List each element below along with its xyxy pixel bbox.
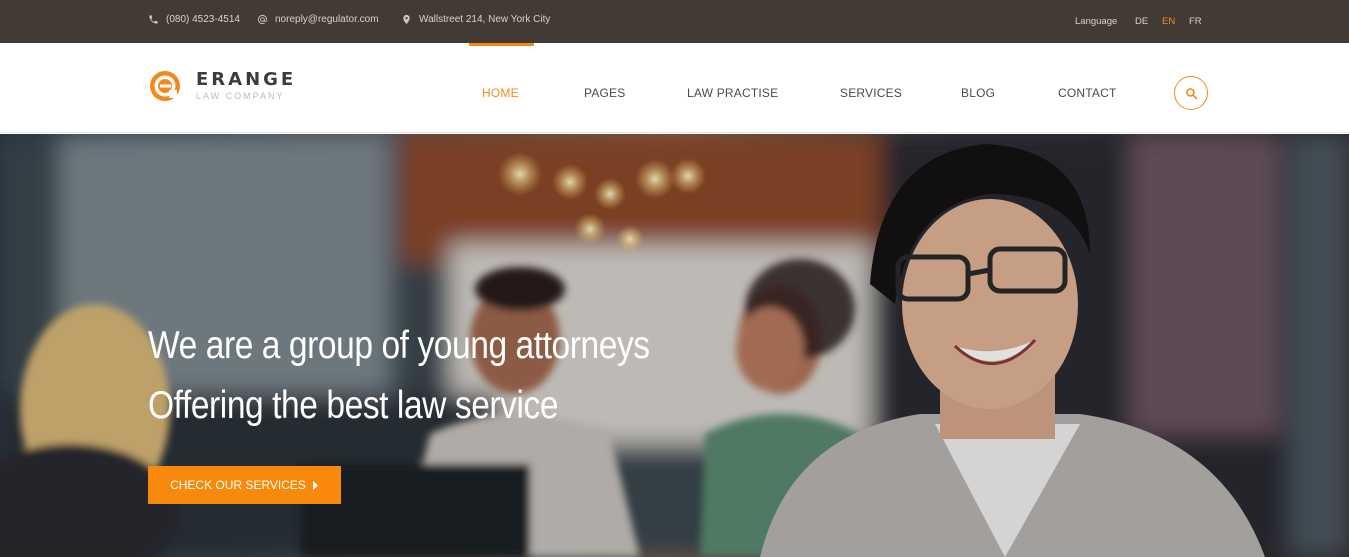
brand-name: ERANGE: [196, 69, 297, 90]
language-en[interactable]: EN: [1162, 16, 1175, 27]
nav-blog[interactable]: BLOG: [961, 86, 995, 100]
language-de[interactable]: DE: [1135, 16, 1148, 27]
at-icon: [257, 14, 268, 25]
nav-pages[interactable]: PAGES: [584, 86, 625, 100]
brand-logo[interactable]: ERANGE LAW COMPANY: [148, 68, 296, 104]
search-button[interactable]: [1174, 76, 1208, 110]
top-bar: (080) 4523-4514 noreply@regulator.com Wa…: [0, 0, 1349, 43]
hero-headline-line2: Offering the best law service: [148, 384, 559, 427]
caret-right-icon: [312, 480, 318, 490]
check-services-button[interactable]: CHECK OUR SERVICES: [148, 466, 341, 504]
map-pin-icon: [403, 14, 410, 25]
address-info: Wallstreet 214, New York City: [401, 14, 550, 25]
brand-tagline: LAW COMPANY: [196, 91, 285, 101]
hero-headline-line1: We are a group of young attorneys: [148, 324, 650, 367]
language-label: Language: [1075, 16, 1118, 27]
main-header: ERANGE LAW COMPANY HOME PAGES LAW PRACTI…: [0, 43, 1349, 133]
address-text: Wallstreet 214, New York City: [419, 14, 551, 25]
nav-services[interactable]: SERVICES: [840, 86, 902, 100]
email-address: noreply@regulator.com: [275, 14, 379, 25]
cta-label: CHECK OUR SERVICES: [170, 478, 306, 492]
nav-active-indicator: [469, 43, 534, 46]
hero-banner: We are a group of young attorneys Offeri…: [0, 134, 1349, 557]
email-info[interactable]: noreply@regulator.com: [257, 14, 379, 25]
nav-contact[interactable]: CONTACT: [1058, 86, 1117, 100]
phone-icon: [149, 15, 158, 24]
search-icon: [1185, 87, 1197, 99]
nav-home[interactable]: HOME: [482, 86, 519, 100]
logo-icon: [150, 71, 180, 101]
nav-law-practise[interactable]: LAW PRACTISE: [687, 86, 778, 100]
phone-info[interactable]: (080) 4523-4514: [148, 14, 240, 25]
language-fr[interactable]: FR: [1189, 16, 1202, 27]
phone-number: (080) 4523-4514: [166, 14, 240, 25]
